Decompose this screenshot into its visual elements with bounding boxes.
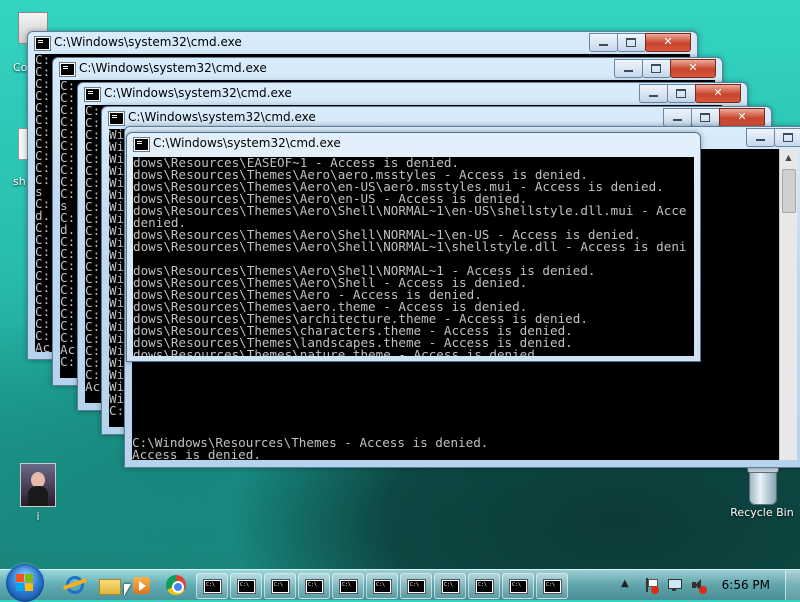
user-photo-icon <box>20 463 56 507</box>
desktop-icon-label: Recycle Bin <box>730 506 794 519</box>
taskbar-cmd-button[interactable] <box>298 573 330 599</box>
windows-logo-icon <box>16 574 34 592</box>
show-desktop-button[interactable] <box>785 570 800 600</box>
console-output[interactable]: dows\Resources\EASEOF~1 - Access is deni… <box>133 157 694 356</box>
media-player-icon[interactable] <box>129 573 155 597</box>
window-title: C:\Windows\system32\cmd.exe <box>128 110 316 124</box>
cmd-window-active[interactable]: C:\Windows\system32\cmd.exe dows\Resourc… <box>126 132 701 362</box>
recycle-bin-icon <box>747 465 779 505</box>
taskbar-cmd-button[interactable] <box>196 573 228 599</box>
taskbar-cmd-button[interactable] <box>230 573 262 599</box>
cmd-icon <box>340 580 357 593</box>
console-line: Access is denied. <box>132 447 261 460</box>
desktop-icon-user[interactable]: i <box>10 463 66 523</box>
chrome-icon[interactable] <box>163 573 189 597</box>
cmd-icon <box>510 580 527 593</box>
maximize-button[interactable] <box>667 84 696 103</box>
taskbar-cmd-button[interactable] <box>264 573 296 599</box>
close-button[interactable] <box>645 33 691 52</box>
cmd-icon <box>408 580 425 593</box>
taskbar-cmd-button[interactable] <box>434 573 466 599</box>
desktop-icon-label-fragment: sh <box>13 175 26 188</box>
start-button[interactable] <box>6 564 44 602</box>
minimize-button[interactable] <box>589 33 618 52</box>
maximize-button[interactable] <box>642 59 671 78</box>
action-center-flag-icon[interactable] <box>643 578 659 594</box>
maximize-button[interactable] <box>617 33 646 52</box>
title-bar[interactable]: C:\Windows\system32\cmd.exe <box>28 32 697 54</box>
internet-explorer-icon[interactable] <box>62 573 88 597</box>
scroll-up-arrow-icon[interactable]: ▲ <box>780 149 797 166</box>
taskbar-cmd-button[interactable] <box>502 573 534 599</box>
window-title: C:\Windows\system32\cmd.exe <box>104 86 292 100</box>
maximize-button[interactable] <box>774 128 800 147</box>
taskbar-cmd-button[interactable] <box>366 573 398 599</box>
file-explorer-icon[interactable] <box>96 573 122 597</box>
cmd-icon <box>35 37 50 50</box>
mouse-pointer-icon <box>124 584 131 596</box>
taskbar: ▲ 6:56 PM <box>0 564 800 602</box>
desktop-icon-label-fragment: Co <box>13 61 28 74</box>
cmd-icon <box>60 63 75 76</box>
cmd-icon <box>544 580 561 593</box>
system-clock[interactable]: 6:56 PM <box>722 578 770 592</box>
vertical-scrollbar[interactable]: ▲ <box>779 149 797 460</box>
scrollbar-thumb[interactable] <box>782 169 796 213</box>
minimize-button[interactable] <box>614 59 643 78</box>
console-line: dows\Resources\Themes\nature.theme - Acc… <box>133 347 543 356</box>
cmd-icon <box>476 580 493 593</box>
volume-muted-icon[interactable] <box>691 578 707 594</box>
cmd-icon <box>134 138 149 151</box>
close-button[interactable] <box>670 59 716 78</box>
minimize-button[interactable] <box>663 108 692 127</box>
minimize-button[interactable] <box>746 128 775 147</box>
console-line: dows\Resources\Themes\Aero\Shell\NORMAL~… <box>133 239 687 254</box>
cmd-icon <box>109 112 124 125</box>
close-button[interactable] <box>695 84 741 103</box>
network-icon[interactable] <box>667 578 682 592</box>
title-bar[interactable]: C:\Windows\system32\cmd.exe <box>127 133 700 155</box>
close-button[interactable] <box>719 108 765 127</box>
taskbar-cmd-button[interactable] <box>468 573 500 599</box>
console-line: dows\Resources\Themes\Aero\Shell\NORMAL~… <box>133 203 687 218</box>
minimize-button[interactable] <box>639 84 668 103</box>
cmd-icon <box>442 580 459 593</box>
window-title: C:\Windows\system32\cmd.exe <box>54 35 242 49</box>
cmd-icon <box>374 580 391 593</box>
taskbar-cmd-button[interactable] <box>536 573 568 599</box>
window-title: C:\Windows\system32\cmd.exe <box>153 136 341 150</box>
desktop-icon-label: i <box>36 510 40 523</box>
taskbar-cmd-button[interactable] <box>400 573 432 599</box>
title-bar[interactable]: C:\Windows\system32\cmd.exe <box>53 58 722 80</box>
cmd-icon <box>85 88 100 101</box>
desktop-icon-recycle-bin[interactable]: Recycle Bin <box>728 465 796 519</box>
title-bar[interactable]: C:\Windows\system32\cmd.exe <box>78 83 747 105</box>
tray-expand-icon[interactable]: ▲ <box>621 578 629 589</box>
taskbar-cmd-button[interactable] <box>332 573 364 599</box>
cmd-icon <box>272 580 289 593</box>
cmd-icon <box>306 580 323 593</box>
cmd-icon <box>238 580 255 593</box>
window-title: C:\Windows\system32\cmd.exe <box>79 61 267 75</box>
maximize-button[interactable] <box>691 108 720 127</box>
cmd-icon <box>204 580 221 593</box>
